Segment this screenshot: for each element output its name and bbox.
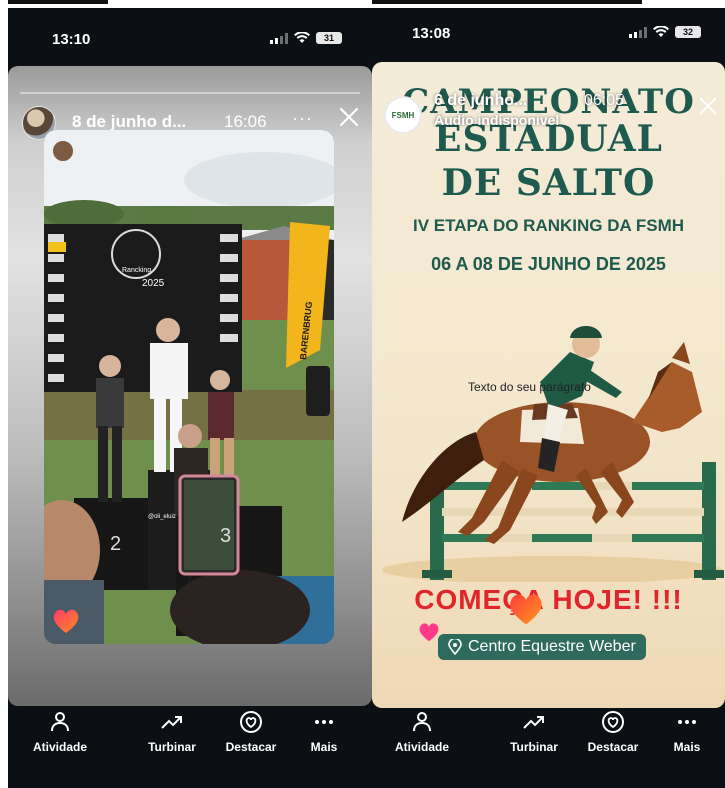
story-action-bar: Atividade Turbinar Destacar Mais <box>372 710 725 770</box>
activity-label: Atividade <box>394 740 449 754</box>
more-options-icon[interactable]: ··· <box>292 108 313 129</box>
story-header: FSMH 6 de junho... 06:05 Áudio indisponí… <box>372 78 725 134</box>
highlight-label: Destacar <box>225 740 277 754</box>
activity-button[interactable]: Atividade <box>20 710 100 754</box>
status-bar: 13:10 31 <box>8 22 372 58</box>
status-time: 13:08 <box>412 25 451 42</box>
battery-indicator: 32 <box>675 26 701 38</box>
story-card[interactable]: CAMPEONATO ESTADUAL DE SALTO IV ETAPA DO… <box>372 62 725 708</box>
backdrop-year: 2025 <box>142 278 165 289</box>
boost-label: Turbinar <box>148 740 196 754</box>
story-header: 8 de junho d... 16:06 ··· <box>8 84 372 140</box>
status-icons: 32 <box>629 26 701 38</box>
story-time: 06:05 <box>584 92 625 109</box>
activity-button[interactable]: Atividade <box>382 710 462 754</box>
more-icon <box>678 720 696 724</box>
location-name: Centro Equestre Weber <box>468 638 636 655</box>
signal-icon <box>629 26 647 38</box>
location-pin-icon <box>448 639 462 655</box>
boost-button[interactable]: Turbinar <box>132 710 212 754</box>
highlight-button[interactable]: Destacar <box>573 710 653 754</box>
close-icon[interactable] <box>698 96 718 116</box>
post-username: joyce.carla.776 <box>80 146 134 156</box>
activity-label: Atividade <box>32 740 87 754</box>
photo-tag: @oli_eluiz <box>148 514 176 520</box>
heart-icon <box>53 609 79 633</box>
more-button[interactable]: Mais <box>284 710 364 754</box>
left-phone-screen: 13:10 31 8 de junho d... 16:06 ··· BAREN… <box>8 8 372 788</box>
heart-icon <box>510 594 542 625</box>
shared-post[interactable]: BARENBRUG 2 3 2025 Rancking @oli_eluiz j… <box>44 130 334 644</box>
wifi-icon <box>653 26 669 37</box>
post-author[interactable]: joyce.carla.776 <box>52 140 134 162</box>
boost-icon <box>161 716 182 729</box>
more-icon <box>315 720 333 724</box>
highlight-icon <box>240 711 262 733</box>
wifi-icon <box>294 32 310 43</box>
heart-icon <box>419 623 439 642</box>
podium-number-2: 2 <box>110 533 121 555</box>
boost-icon <box>523 716 544 729</box>
avatar[interactable]: FSMH <box>384 96 422 134</box>
status-bar: 13:08 32 <box>372 22 725 58</box>
boost-label: Turbinar <box>510 740 558 754</box>
highlight-label: Destacar <box>587 740 639 754</box>
story-action-bar: Atividade Turbinar Destacar Mais <box>8 710 372 770</box>
flyer-dates: 06 A 08 DE JUNHO DE 2025 <box>431 254 666 274</box>
story-date: 6 de junho... <box>434 92 528 109</box>
audio-status: Áudio indisponível <box>434 112 560 128</box>
highlight-button[interactable]: Destacar <box>211 710 291 754</box>
cta-headline: COMEÇA HOJE! !!! <box>414 584 683 615</box>
activity-icon <box>51 712 69 732</box>
location-sticker[interactable]: Centro Equestre Weber <box>438 634 646 660</box>
story-progress-bar <box>20 92 360 94</box>
more-label: Mais <box>673 740 701 754</box>
signal-icon <box>270 32 288 44</box>
status-time: 13:10 <box>52 31 91 48</box>
placeholder-text: Texto do seu parágrafo <box>468 380 591 394</box>
story-date: 8 de junho d... <box>72 112 187 131</box>
avatar <box>52 140 74 162</box>
podium-number-3: 3 <box>220 525 231 547</box>
battery-indicator: 31 <box>316 32 342 44</box>
right-phone-screen: 13:08 32 CAMPEONATO ESTADUAL DE SALTO IV… <box>372 8 725 788</box>
flyer-subtitle: IV ETAPA DO RANKING DA FSMH <box>412 216 685 235</box>
activity-icon <box>413 712 431 732</box>
more-label: Mais <box>310 740 338 754</box>
backdrop-sign: Rancking <box>122 267 151 274</box>
horse-jump-illustration <box>382 326 724 582</box>
status-icons: 31 <box>270 32 342 44</box>
highlight-icon <box>602 711 624 733</box>
podium-photo: BARENBRUG 2 3 2025 Rancking @oli_eluiz <box>44 130 334 644</box>
flyer-title-line-3: DE SALTO <box>441 162 656 204</box>
more-button[interactable]: Mais <box>647 710 725 754</box>
top-divider <box>8 0 108 4</box>
boost-button[interactable]: Turbinar <box>494 710 574 754</box>
close-icon[interactable] <box>338 106 360 128</box>
story-time: 16:06 <box>224 112 267 131</box>
top-divider <box>372 0 642 4</box>
avatar-text: FSMH <box>391 110 415 120</box>
